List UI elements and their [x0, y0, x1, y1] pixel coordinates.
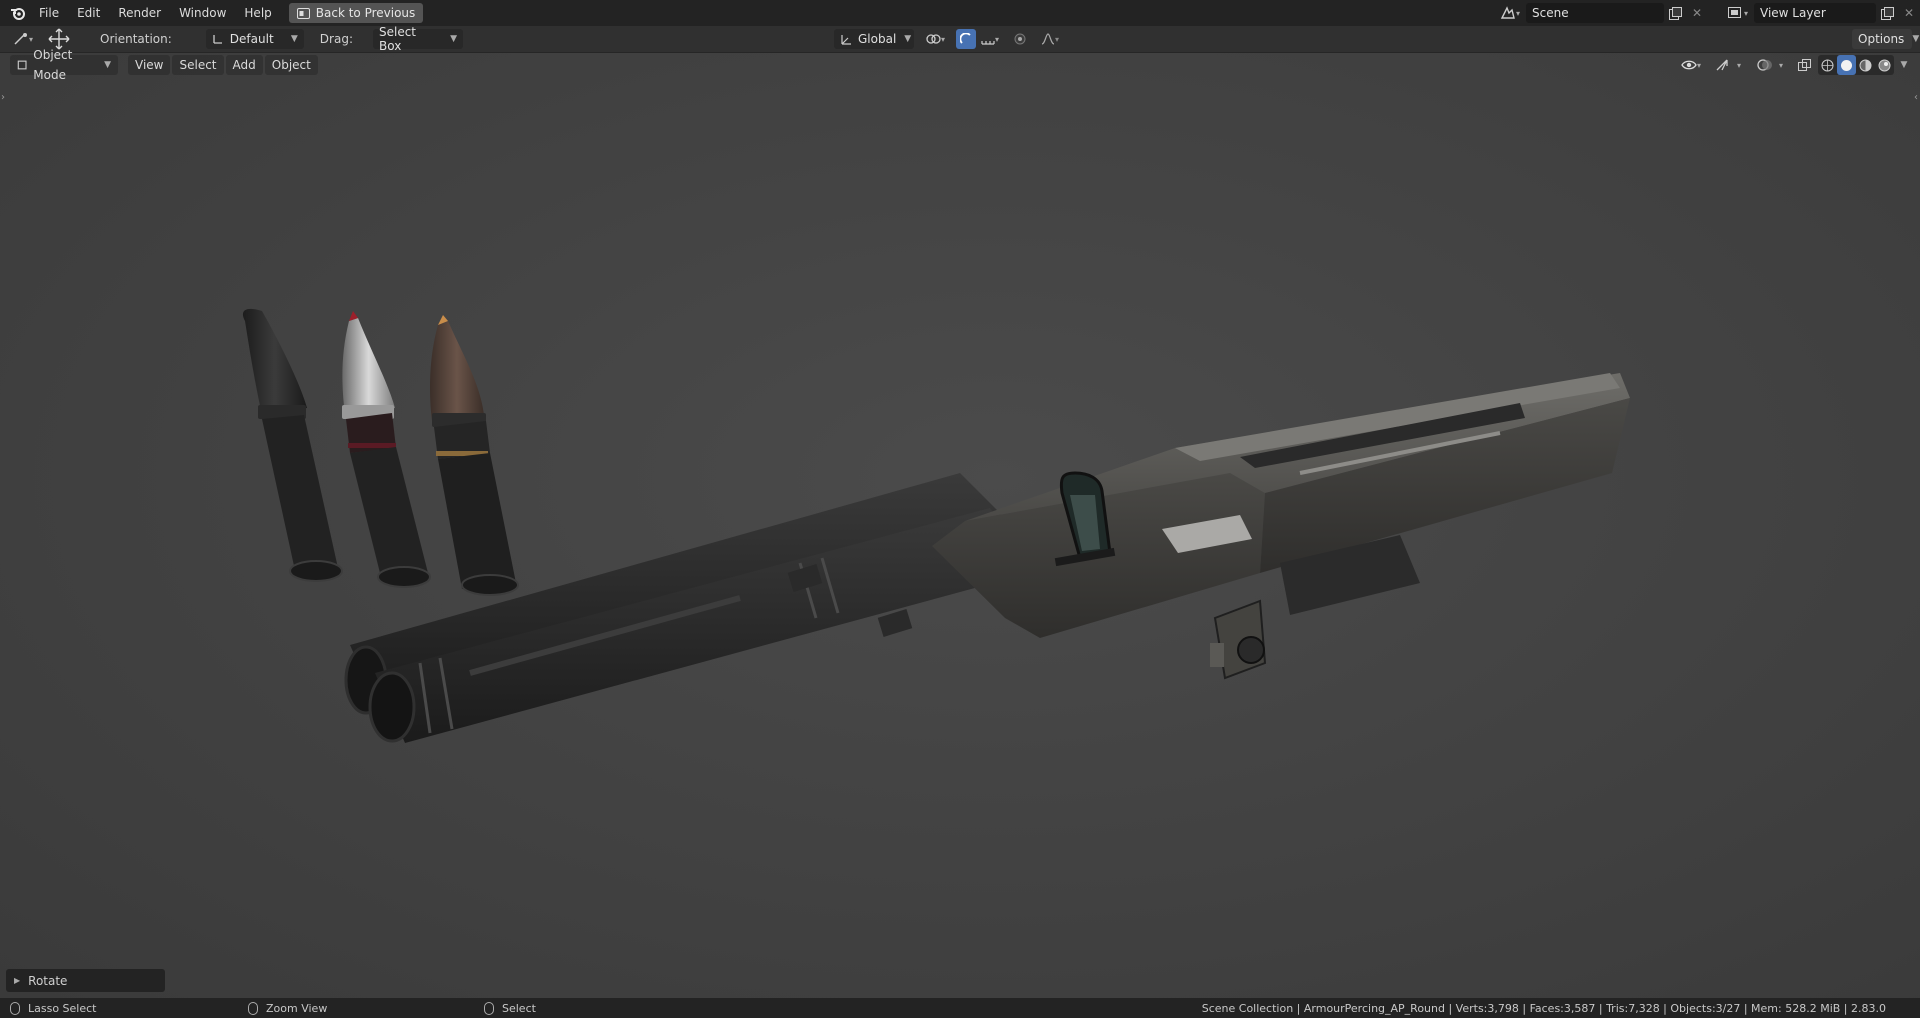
- viewport-menu-view[interactable]: View: [128, 55, 171, 75]
- options-dropdown[interactable]: Options ▼: [1852, 29, 1919, 49]
- drag-value: Select Box: [378, 25, 417, 53]
- scene-statistics: Scene Collection | ArmourPercing_AP_Roun…: [1201, 1001, 1886, 1015]
- options-label: Options: [1858, 32, 1905, 46]
- sidebar-toggle-icon[interactable]: ‹: [1914, 92, 1918, 103]
- 3d-viewport[interactable]: [0, 53, 1920, 998]
- pivot-point-icon[interactable]: ▾: [920, 29, 950, 49]
- orientation-label: Orientation:: [100, 32, 172, 46]
- left-click-hint: Lasso Select: [10, 1001, 97, 1015]
- viewport-menu-object[interactable]: Object: [264, 55, 318, 75]
- last-operator-panel[interactable]: ▶ Rotate: [6, 969, 165, 992]
- transform-controls: Global ▼ ▾ ▾ ▾: [834, 29, 1064, 49]
- top-menu-bar: File Edit Render Window Help Back to Pre…: [0, 0, 1920, 26]
- status-bar: Lasso Select Zoom View Select Scene Coll…: [0, 998, 1920, 1018]
- delete-scene-icon[interactable]: ✕: [1686, 3, 1708, 23]
- shading-mode-group: [1818, 55, 1894, 75]
- back-to-previous-label: Back to Previous: [315, 6, 416, 20]
- menu-window[interactable]: Window: [170, 2, 235, 24]
- mouse-left-icon: [10, 1001, 20, 1015]
- scene-field[interactable]: Scene: [1526, 3, 1664, 23]
- snapping-group: ▾: [956, 29, 1004, 49]
- orientation-icon: [213, 35, 222, 44]
- viewport-menu-add[interactable]: Add: [225, 55, 263, 75]
- mouse-right-icon: [484, 1001, 494, 1015]
- viewport-model-render: [242, 308, 1630, 743]
- new-scene-icon[interactable]: [1664, 3, 1686, 23]
- drag-label: Drag:: [319, 32, 353, 46]
- bullet-black: [242, 308, 343, 582]
- orientation-value: Default: [229, 32, 274, 46]
- mouse-middle-icon: [248, 1001, 258, 1015]
- middle-click-hint: Zoom View: [248, 1001, 328, 1015]
- overlays-icon[interactable]: ▾: [1750, 55, 1790, 75]
- mode-dropdown[interactable]: Object Mode ▼: [10, 48, 118, 82]
- falloff-icon[interactable]: ▾: [1036, 29, 1064, 49]
- new-view-layer-icon[interactable]: [1876, 3, 1898, 23]
- scene-icon[interactable]: ▾: [1494, 3, 1526, 23]
- transform-orientation-dropdown[interactable]: Global ▼: [834, 29, 914, 49]
- back-window-icon: [296, 7, 310, 19]
- viewport-header: Object Mode ▼ View Select Add Object ▾ ▾…: [0, 48, 1920, 82]
- drag-dropdown[interactable]: Select Box ▼: [372, 25, 463, 53]
- material-shading-icon[interactable]: [1856, 55, 1875, 75]
- transform-orientation-value: Global: [858, 32, 897, 46]
- right-hint-label: Select: [502, 1001, 536, 1015]
- last-operator-label: Rotate: [28, 973, 68, 988]
- right-click-hint: Select: [484, 1001, 536, 1015]
- orientation-dropdown[interactable]: Default ▼: [205, 29, 304, 49]
- view-layer-icon[interactable]: ▾: [1722, 3, 1754, 23]
- mode-value: Object Mode: [33, 48, 73, 82]
- menu-edit[interactable]: Edit: [68, 2, 109, 24]
- gizmo-icon[interactable]: ▾: [1708, 55, 1748, 75]
- bullet-brown: [430, 315, 519, 596]
- snap-toggle-icon[interactable]: [956, 29, 976, 49]
- middle-hint-label: Zoom View: [266, 1001, 328, 1015]
- left-hint-label: Lasso Select: [28, 1001, 97, 1015]
- menu-render[interactable]: Render: [109, 2, 170, 24]
- solid-shading-icon[interactable]: [1837, 55, 1856, 75]
- view-layer-field[interactable]: View Layer: [1754, 3, 1876, 23]
- viewport-shading-controls: ▾ ▾ ▾ ▼: [1676, 55, 1912, 75]
- workspace-selectors: ▾ Scene ✕ ▾ View Layer ✕: [1494, 0, 1920, 26]
- toolbar-toggle-icon[interactable]: ›: [1, 92, 5, 103]
- expand-arrow-icon: ▶: [14, 976, 21, 985]
- menu-file[interactable]: File: [30, 2, 68, 24]
- object-mode-icon: [17, 60, 27, 70]
- visibility-icon[interactable]: ▾: [1676, 55, 1706, 75]
- menu-help[interactable]: Help: [235, 2, 280, 24]
- xray-icon[interactable]: [1792, 55, 1816, 75]
- global-axes-icon: [841, 34, 851, 45]
- viewport-menu-select[interactable]: Select: [172, 55, 224, 75]
- proportional-edit-icon[interactable]: [1010, 29, 1030, 49]
- delete-view-layer-icon[interactable]: ✕: [1898, 3, 1920, 23]
- launcher-model: [344, 373, 1630, 743]
- back-to-previous-button[interactable]: Back to Previous: [288, 3, 424, 23]
- tool-settings-header: ▾ Orientation: Default ▼ Drag: Select Box…: [0, 25, 1920, 53]
- snap-increment-icon[interactable]: ▾: [976, 29, 1004, 49]
- shading-options-chevron-icon[interactable]: ▼: [1896, 55, 1912, 75]
- bullet-silver: [342, 311, 431, 588]
- blender-logo-icon[interactable]: [6, 1, 30, 25]
- wireframe-shading-icon[interactable]: [1818, 55, 1837, 75]
- rendered-shading-icon[interactable]: [1875, 55, 1894, 75]
